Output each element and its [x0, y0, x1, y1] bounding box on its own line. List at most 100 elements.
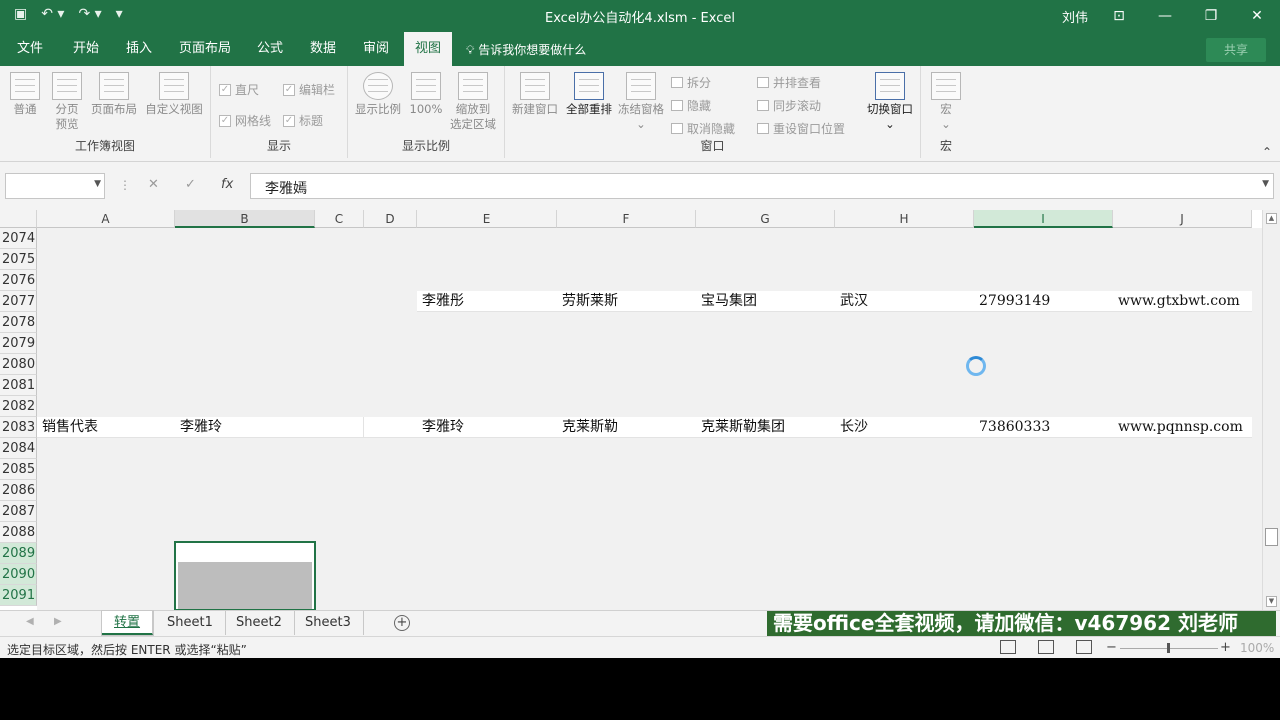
- name-box[interactable]: ▼: [5, 173, 105, 199]
- row-header[interactable]: 2083: [0, 417, 37, 438]
- cell-d2083[interactable]: [364, 417, 417, 438]
- split-button[interactable]: 拆分: [671, 74, 711, 91]
- tab-file[interactable]: 文件: [6, 32, 54, 66]
- ribbon-display-options-icon[interactable]: ⊡: [1104, 4, 1134, 28]
- cell-i2077[interactable]: 27993149: [974, 291, 1113, 312]
- column-header-b[interactable]: B: [175, 210, 315, 228]
- cell-j2077[interactable]: www.gtxbwt.com: [1113, 291, 1252, 312]
- zoom-button[interactable]: 显示比例: [352, 72, 404, 117]
- row-header[interactable]: 2090: [0, 564, 37, 585]
- sheet-tab-sheet2[interactable]: Sheet2: [224, 611, 295, 635]
- view-side-by-side-button[interactable]: 并排查看: [757, 74, 821, 91]
- scroll-down-icon[interactable]: ▼: [1266, 596, 1277, 607]
- new-window-button[interactable]: 新建窗口: [509, 72, 561, 117]
- row-header[interactable]: 2075: [0, 249, 37, 270]
- zoom-100-button[interactable]: 100%: [406, 72, 446, 117]
- column-header-h[interactable]: H: [835, 210, 974, 228]
- restore-icon[interactable]: ❐: [1196, 4, 1226, 28]
- macros-button[interactable]: 宏 ⌄: [927, 72, 965, 132]
- row-header[interactable]: 2081: [0, 375, 37, 396]
- row-header[interactable]: 2089: [0, 543, 37, 564]
- gridlines-checkbox[interactable]: ✓ 网格线: [219, 112, 271, 129]
- worksheet-grid[interactable]: A B C D E F G H I J 2074 2075 2076 2077 …: [0, 210, 1280, 610]
- tab-review[interactable]: 审阅: [352, 32, 400, 66]
- row-header[interactable]: 2091: [0, 585, 37, 606]
- row-header[interactable]: 2074: [0, 228, 37, 249]
- vertical-scrollbar[interactable]: ▲ ▼: [1262, 210, 1280, 610]
- page-layout-view-button[interactable]: 页面布局: [88, 72, 140, 117]
- column-header-i[interactable]: I: [974, 210, 1113, 228]
- selection-range[interactable]: [174, 541, 316, 610]
- row-header[interactable]: 2079: [0, 333, 37, 354]
- normal-view-icon[interactable]: [1000, 640, 1016, 654]
- cell-c2083[interactable]: [315, 417, 364, 438]
- column-header-f[interactable]: F: [557, 210, 696, 228]
- row-header[interactable]: 2080: [0, 354, 37, 375]
- enter-icon[interactable]: ✓: [185, 177, 196, 192]
- zoom-to-selection-button[interactable]: 缩放到 选定区域: [446, 72, 500, 132]
- zoom-slider-knob[interactable]: [1167, 643, 1170, 653]
- headings-checkbox[interactable]: ✓ 标题: [283, 112, 323, 129]
- page-layout-view-icon[interactable]: [1038, 640, 1054, 654]
- column-header-e[interactable]: E: [417, 210, 557, 228]
- cell-i2083[interactable]: 73860333: [974, 417, 1113, 438]
- tab-page-layout[interactable]: 页面布局: [168, 32, 242, 66]
- column-header-d[interactable]: D: [364, 210, 417, 228]
- zoom-in-icon[interactable]: +: [1220, 640, 1231, 655]
- column-header-g[interactable]: G: [696, 210, 835, 228]
- cancel-icon[interactable]: ✕: [148, 177, 159, 192]
- unhide-button[interactable]: 取消隐藏: [671, 120, 735, 137]
- row-header[interactable]: 2078: [0, 312, 37, 333]
- cell-b2083[interactable]: 李雅玲: [175, 417, 315, 438]
- normal-view-button[interactable]: 普通: [6, 72, 44, 117]
- row-header[interactable]: 2087: [0, 501, 37, 522]
- cell-f2077[interactable]: 劳斯莱斯: [557, 291, 696, 312]
- share-button[interactable]: 共享: [1206, 38, 1266, 62]
- zoom-level[interactable]: 100%: [1240, 641, 1274, 655]
- tab-data[interactable]: 数据: [299, 32, 347, 66]
- sheet-tab-sheet1[interactable]: Sheet1: [155, 611, 226, 635]
- cell-e2083[interactable]: 李雅玲: [417, 417, 557, 438]
- cell-g2083[interactable]: 克莱斯勒集团: [696, 417, 835, 438]
- tab-formulas[interactable]: 公式: [246, 32, 294, 66]
- cell-e2077[interactable]: 李雅彤: [417, 291, 557, 312]
- zoom-out-icon[interactable]: −: [1106, 640, 1117, 655]
- minimize-icon[interactable]: —: [1150, 4, 1180, 28]
- reset-window-position-button[interactable]: 重设窗口位置: [757, 120, 845, 137]
- tab-home[interactable]: 开始: [62, 32, 110, 66]
- close-icon[interactable]: ✕: [1242, 4, 1272, 28]
- row-header[interactable]: 2077: [0, 291, 37, 312]
- splitter-icon[interactable]: ⋮: [119, 178, 131, 192]
- tell-me-search[interactable]: 💡︎ 告诉我你想要做什么: [466, 41, 586, 58]
- synchronous-scrolling-button[interactable]: 同步滚动: [757, 97, 821, 114]
- sheet-tab-sheet3[interactable]: Sheet3: [293, 611, 364, 635]
- row-header[interactable]: 2088: [0, 522, 37, 543]
- collapse-ribbon-icon[interactable]: ⌃: [1262, 145, 1272, 159]
- cell-a2083[interactable]: 销售代表: [37, 417, 175, 438]
- select-all-corner[interactable]: [0, 210, 37, 228]
- add-sheet-icon[interactable]: +: [394, 615, 410, 631]
- row-header[interactable]: 2076: [0, 270, 37, 291]
- tab-insert[interactable]: 插入: [115, 32, 163, 66]
- row-header[interactable]: 2084: [0, 438, 37, 459]
- column-header-a[interactable]: A: [37, 210, 175, 228]
- formula-input[interactable]: 李雅嫣 ▼: [250, 173, 1274, 199]
- page-break-preview-button[interactable]: 分页 预览: [48, 72, 86, 132]
- tab-view[interactable]: 视图: [404, 32, 453, 67]
- sheet-next-icon[interactable]: ▶: [54, 616, 62, 627]
- row-header[interactable]: 2086: [0, 480, 37, 501]
- freeze-panes-button[interactable]: 冻结窗格 ⌄: [615, 72, 667, 132]
- hide-button[interactable]: 隐藏: [671, 97, 711, 114]
- cell-j2083[interactable]: www.pqnnsp.com: [1113, 417, 1252, 438]
- page-break-view-icon[interactable]: [1076, 640, 1092, 654]
- arrange-all-button[interactable]: 全部重排: [563, 72, 615, 117]
- cell-g2077[interactable]: 宝马集团: [696, 291, 835, 312]
- formula-bar-checkbox[interactable]: ✓ 编辑栏: [283, 81, 335, 98]
- sheet-tab-transpose[interactable]: 转置: [102, 611, 154, 635]
- row-header[interactable]: 2085: [0, 459, 37, 480]
- sheet-prev-icon[interactable]: ◀: [26, 616, 34, 627]
- cell-f2083[interactable]: 克莱斯勒: [557, 417, 696, 438]
- cell-h2077[interactable]: 武汉: [835, 291, 974, 312]
- user-name[interactable]: 刘伟: [1062, 7, 1088, 26]
- column-header-c[interactable]: C: [315, 210, 364, 228]
